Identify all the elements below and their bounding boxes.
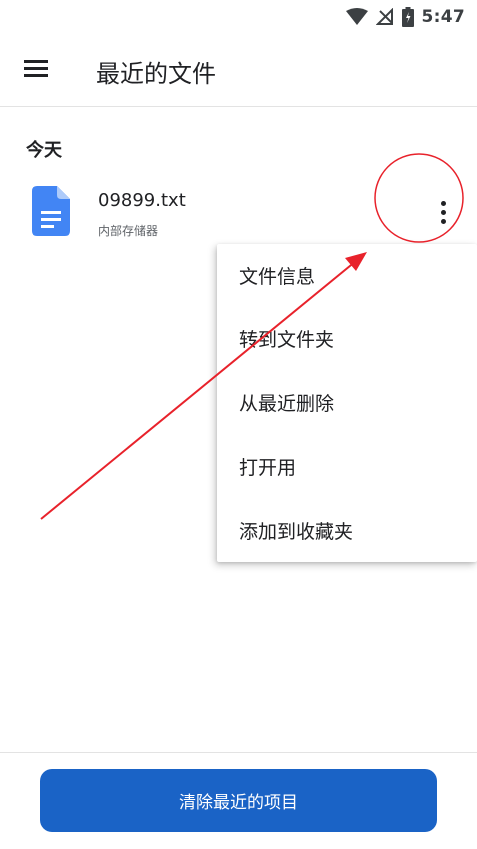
- menu-item-label: 从最近删除: [239, 393, 335, 415]
- clear-recent-button[interactable]: 清除最近的项目: [40, 769, 437, 832]
- menu-item-label: 文件信息: [239, 266, 316, 288]
- menu-item-file-info[interactable]: 文件信息: [217, 244, 477, 307]
- menu-item-label: 转到文件夹: [239, 329, 335, 351]
- file-location: 内部存储器: [98, 224, 159, 238]
- hamburger-menu-icon[interactable]: [24, 60, 48, 78]
- file-list-item[interactable]: 09899.txt 内部存储器: [0, 176, 477, 246]
- menu-item-remove-from-recent[interactable]: 从最近删除: [217, 371, 477, 434]
- no-sim-icon: [375, 8, 393, 25]
- document-file-icon: [32, 186, 70, 236]
- menu-item-label: 打开用: [239, 457, 297, 479]
- section-header-today: 今天: [26, 140, 62, 161]
- app-bar-divider: [0, 106, 477, 107]
- menu-item-label: 添加到收藏夹: [239, 521, 354, 543]
- app-bar: 最近的文件: [0, 34, 477, 106]
- bottom-bar: 清除最近的项目: [0, 752, 477, 849]
- status-icons: 5:47: [345, 6, 465, 28]
- context-menu: 文件信息 转到文件夹 从最近删除 打开用 添加到收藏夹: [217, 244, 477, 562]
- more-options-icon[interactable]: [430, 196, 458, 232]
- menu-item-go-to-folder[interactable]: 转到文件夹: [217, 307, 477, 370]
- page-title: 最近的文件: [96, 60, 216, 88]
- status-bar: 5:47: [0, 0, 477, 34]
- file-name: 09899.txt: [98, 190, 186, 211]
- menu-item-add-to-favorites[interactable]: 添加到收藏夹: [217, 499, 477, 562]
- menu-item-open-with[interactable]: 打开用: [217, 435, 477, 498]
- clear-recent-label: 清除最近的项目: [179, 793, 298, 813]
- wifi-icon: [345, 8, 368, 25]
- status-time: 5:47: [421, 7, 465, 27]
- battery-icon: [401, 7, 414, 27]
